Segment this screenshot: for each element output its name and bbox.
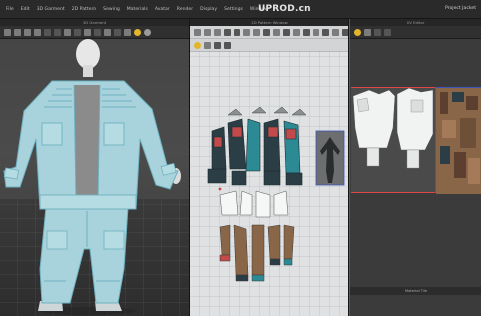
right-chest-pocket [103, 122, 125, 146]
menu-avatar[interactable]: Avatar [155, 7, 170, 12]
uv-panel-title: UV Editor [350, 19, 481, 26]
uv-move-icon[interactable] [364, 28, 371, 36]
menu-file[interactable]: File [6, 7, 14, 12]
3d-garment-viewport[interactable]: 3D Garment [0, 19, 189, 316]
inner-shirt [74, 85, 100, 195]
jacket-waistband [39, 194, 137, 210]
menu-edit[interactable]: Edit [21, 7, 30, 12]
2d-pattern-window[interactable]: 2D Pattern Window [190, 19, 349, 316]
uv-tile-secondary[interactable] [435, 87, 481, 194]
jacket-pattern-row [207, 118, 303, 186]
menu-sewing[interactable]: Sewing [103, 7, 120, 12]
avatar-garment-render[interactable] [0, 19, 189, 316]
project-name: Project Jacket [445, 6, 476, 11]
menu-bar: File Edit 3D Garment 2D Pattern Sewing M… [0, 0, 481, 19]
pattern-pieces[interactable] [190, 19, 349, 316]
menu-settings[interactable]: Settings [224, 7, 243, 12]
uv-tile-main[interactable] [351, 87, 435, 193]
uv-select-icon[interactable] [354, 28, 361, 36]
menu-2d-pattern[interactable]: 2D Pattern [72, 7, 96, 12]
uv-pants-pieces [436, 88, 481, 194]
uv-settings-icon[interactable] [384, 28, 391, 36]
menu-display[interactable]: Display [200, 7, 217, 12]
uv-toolbar [350, 26, 481, 39]
pants-pattern-row [219, 224, 295, 282]
pants [39, 206, 129, 304]
uv-editor[interactable]: UV Editor Material Tile [349, 19, 481, 316]
uv-shirt-pieces [352, 88, 434, 169]
shirt-pattern-row [219, 190, 289, 218]
uv-pin-icon[interactable] [374, 28, 381, 36]
menu-render[interactable]: Render [177, 7, 193, 12]
avatar-head [76, 39, 100, 69]
left-chest-pocket [41, 122, 63, 146]
watermark-logo: UPROD.cn [258, 4, 311, 14]
menu-materials[interactable]: Materials [127, 7, 148, 12]
uv-status-bar: Material Tile [350, 287, 481, 295]
menu-3d-garment[interactable]: 3D Garment [37, 7, 65, 12]
